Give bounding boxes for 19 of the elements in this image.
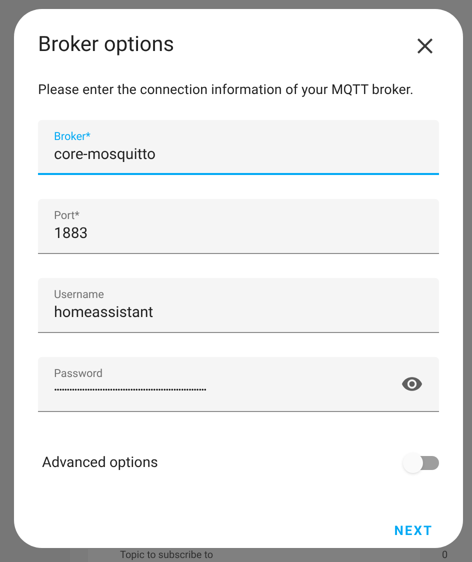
password-field[interactable]: Password •••••••••••••••••••••••••••••••••••••••••••••••••••••••••••• bbox=[38, 357, 439, 412]
input-field[interactable]: Port* 1883 bbox=[38, 199, 439, 254]
field-label: Topic to subscribe to bbox=[120, 550, 214, 562]
dialog-title: Broker options bbox=[38, 32, 174, 60]
field-value: core-mosquitto bbox=[54, 144, 157, 164]
toggle-label: Advanced options bbox=[42, 453, 158, 474]
field-label: Password bbox=[54, 367, 104, 382]
close-icon[interactable] bbox=[417, 38, 433, 54]
field-label: Username bbox=[54, 288, 105, 302]
input-field[interactable]: Broker* core-mosquitto bbox=[38, 120, 439, 176]
toggle-switch[interactable] bbox=[403, 453, 439, 474]
field-value: homeassistant bbox=[54, 302, 154, 322]
field-value: 1883 bbox=[54, 223, 89, 244]
field-label: Port* bbox=[54, 209, 80, 224]
field-value: 0 bbox=[441, 550, 449, 562]
input-field[interactable]: Username homeassistant bbox=[38, 278, 439, 334]
field-label: Broker* bbox=[54, 130, 92, 144]
dialog-description: Please enter the connection information of your MQTT broker. bbox=[38, 81, 415, 100]
field-value: •••••••••••••••••••••••••••••••••••••••••••••••••••••••••••• bbox=[54, 385, 208, 398]
